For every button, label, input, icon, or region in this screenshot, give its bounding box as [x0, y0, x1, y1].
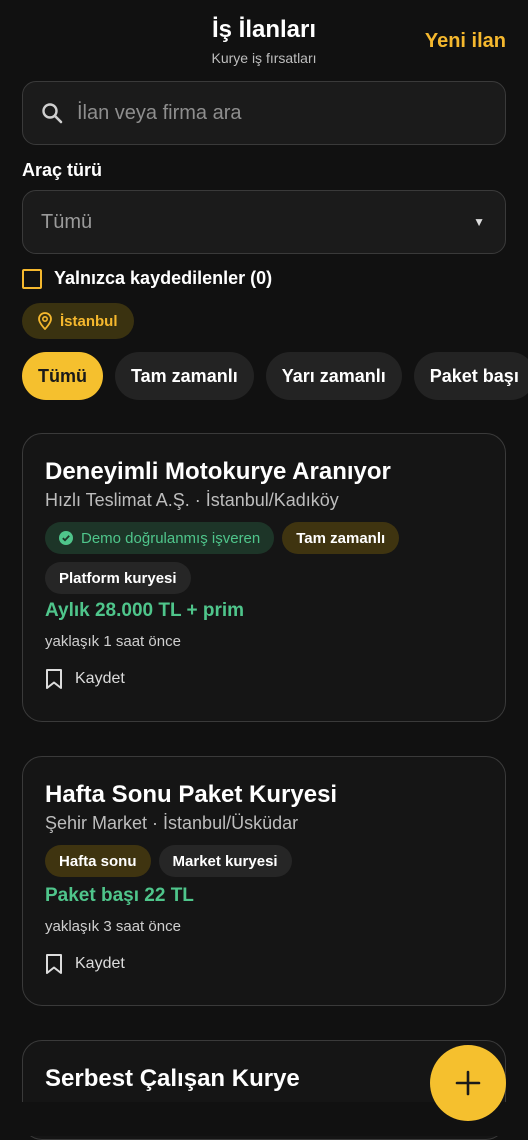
filter-chip-part-time[interactable]: Yarı zamanlı [265, 352, 402, 400]
job-card[interactable]: Deneyimli Motokurye Aranıyor Hızlı Tesli… [22, 433, 506, 722]
add-listing-fab[interactable] [430, 1045, 506, 1121]
bookmark-icon [46, 954, 62, 974]
save-button[interactable]: Kaydet [45, 668, 125, 690]
search-input[interactable]: İlan veya firma ara [22, 81, 506, 145]
dropdown-arrow-icon: ▼ [473, 215, 485, 229]
job-company: Şehir Market · İstanbul/Üsküdar [45, 813, 299, 833]
saved-only-label: Yalnızca kaydedilenler (0) [54, 268, 273, 288]
job-card[interactable]: Hafta Sonu Paket Kuryesi Şehir Market · … [22, 756, 506, 1006]
job-title: Deneyimli Motokurye Aranıyor [45, 458, 391, 485]
courier-type-tag: Market kuryesi [158, 845, 292, 877]
check-circle-icon [59, 531, 73, 545]
save-button[interactable]: Kaydet [45, 953, 125, 975]
job-type-tag: Hafta sonu [45, 845, 151, 877]
plus-icon [455, 1070, 481, 1096]
courier-type-tag: Platform kuryesi [45, 562, 191, 594]
save-label: Kaydet [75, 670, 125, 687]
verified-employer-badge: Demo doğrulanmış işveren [45, 522, 275, 554]
job-posted-time: yaklaşık 3 saat önce [45, 918, 181, 935]
search-placeholder: İlan veya firma ara [77, 101, 242, 124]
location-chip[interactable]: İstanbul [22, 303, 134, 339]
checkbox-icon [22, 268, 42, 289]
job-title: Hafta Sonu Paket Kuryesi [45, 781, 338, 808]
job-posted-time: yaklaşık 1 saat önce [45, 633, 181, 650]
filter-chip-per-package[interactable]: Paket başı [413, 352, 528, 400]
vehicle-type-value: Tümü [41, 210, 93, 233]
job-title: Serbest Çalışan Kurye [45, 1065, 300, 1092]
tag-label: Demo doğrulanmış işveren [81, 529, 261, 547]
vehicle-type-label: Araç türü [22, 160, 103, 180]
saved-only-checkbox[interactable]: Yalnızca kaydedilenler (0) [22, 268, 272, 289]
job-tags: Demo doğrulanmış işveren Tam zamanlı Pla… [45, 522, 485, 594]
bookmark-icon [46, 669, 62, 689]
search-icon [41, 101, 65, 125]
job-salary: Aylık 28.000 TL + prim [45, 600, 245, 621]
job-company: Hızlı Teslimat A.Ş. · İstanbul/Kadıköy [45, 490, 339, 510]
job-salary: Paket başı 22 TL [45, 885, 194, 906]
filter-chip-all[interactable]: Tümü [22, 352, 103, 400]
vehicle-type-select[interactable]: Tümü ▼ [22, 190, 506, 254]
job-type-tag: Tam zamanlı [282, 522, 400, 554]
job-tags: Hafta sonu Market kuryesi [45, 845, 485, 877]
location-chip-label: İstanbul [60, 312, 118, 330]
filter-chip-full-time[interactable]: Tam zamanlı [115, 352, 254, 400]
header: İş İlanları Kurye iş fırsatları Yeni ila… [0, 0, 528, 80]
save-label: Kaydet [75, 955, 125, 972]
location-pin-icon [38, 312, 52, 330]
job-type-filters: Tümü Tam zamanlı Yarı zamanlı Paket başı [22, 352, 528, 400]
new-listing-button[interactable]: Yeni ilan [425, 30, 506, 53]
